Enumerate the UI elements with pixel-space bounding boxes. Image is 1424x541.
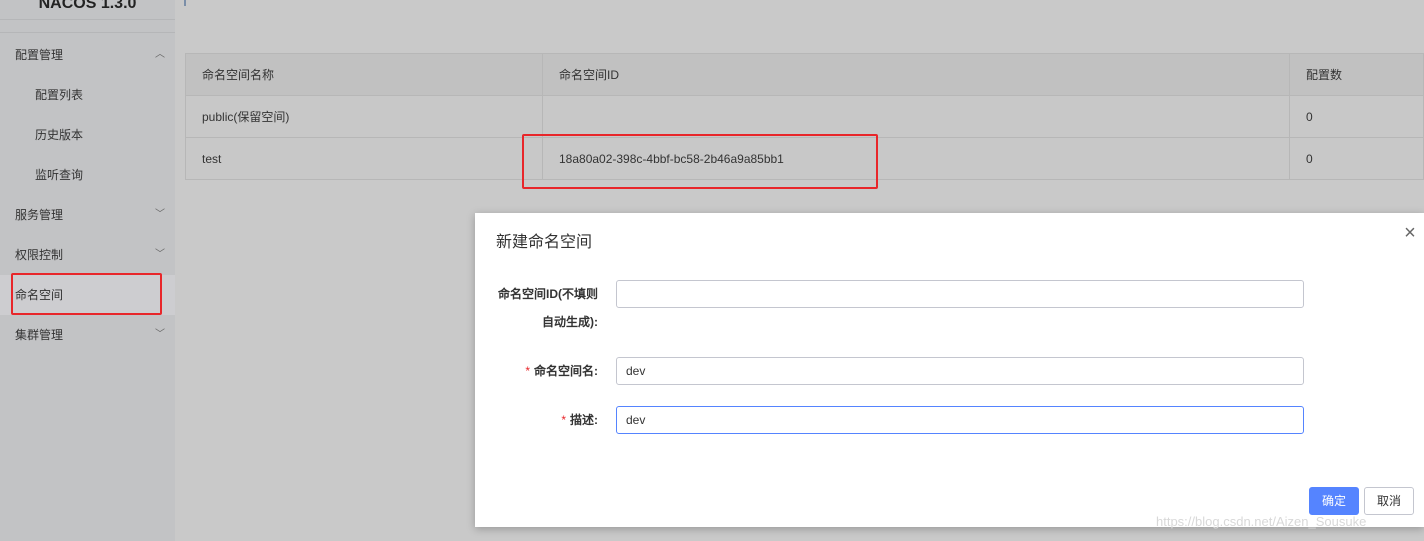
close-icon[interactable]: × (1400, 223, 1420, 243)
namespace-id-label-line2: 自动生成): (542, 315, 598, 329)
description-label-text: 描述: (570, 413, 598, 427)
cell-namespace-name: public(保留空间) (185, 95, 543, 138)
confirm-button[interactable]: 确定 (1309, 487, 1359, 515)
sidebar-item-label: 集群管理 (15, 328, 64, 342)
description-label: * 描述: (475, 406, 598, 434)
required-marker: * (561, 413, 566, 427)
brand-logo: NACOS 1.3.0 (0, 0, 175, 20)
namespace-id-label: 命名空间ID(不填则 (475, 280, 598, 308)
dialog-title: 新建命名空间 (496, 234, 593, 251)
description-input[interactable] (616, 406, 1304, 434)
sidebar-item-label: 配置管理 (15, 48, 64, 62)
create-namespace-dialog: 新建命名空间 × 命名空间ID(不填则 自动生成): *命名空间名: *描述: … (475, 213, 1424, 527)
sidebar-item-config-management[interactable]: 配置管理 ︿ (0, 35, 175, 75)
brand-divider (0, 32, 175, 33)
sidebar-item-label: 监听查询 (35, 168, 84, 182)
chevron-down-icon: ﹀ (155, 249, 165, 260)
sidebar-item-namespace[interactable]: 命名空间 (0, 275, 175, 315)
table-row[interactable]: public(保留空间) 0 (185, 95, 1424, 138)
cell-namespace-id: 18a80a02-398c-4bbf-bc58-2b46a9a85bb1 (542, 137, 1290, 180)
required-marker: * (525, 364, 530, 378)
watermark: https://blog.csdn.net/Aizen_Sousuke (1156, 514, 1367, 529)
sidebar-item-label: 权限控制 (15, 248, 64, 262)
namespace-id-input[interactable] (616, 280, 1304, 308)
chevron-up-icon: ︿ (155, 49, 165, 60)
namespace-id-label-line1: 命名空间ID(不填则 (498, 287, 598, 301)
column-header-id: 命名空间ID (542, 53, 1290, 96)
sidebar-item-config-list[interactable]: 配置列表 (0, 75, 175, 115)
sidebar-item-access-control[interactable]: 权限控制 ﹀ (0, 235, 175, 275)
namespace-name-input[interactable] (616, 357, 1304, 385)
table-row[interactable]: test 18a80a02-398c-4bbf-bc58-2b46a9a85bb… (185, 137, 1424, 180)
cell-namespace-id (542, 95, 1290, 138)
sidebar-item-listener-query[interactable]: 监听查询 (0, 155, 175, 195)
column-header-name: 命名空间名称 (185, 53, 543, 96)
chevron-down-icon: ﹀ (155, 209, 165, 220)
namespace-name-label: * 命名空间名: (475, 357, 598, 385)
column-header-count: 配置数 (1289, 53, 1424, 96)
cancel-button[interactable]: 取消 (1364, 487, 1414, 515)
sidebar-item-label: 历史版本 (35, 128, 84, 142)
namespace-name-label-text: 命名空间名: (534, 364, 598, 378)
page-header-accent (184, 0, 186, 6)
sidebar: NACOS 1.3.0 配置管理 ︿ 配置列表 历史版本 监听查询 服务管理 ﹀… (0, 0, 175, 541)
cell-config-count: 0 (1289, 95, 1424, 138)
cell-config-count: 0 (1289, 137, 1424, 180)
sidebar-item-cluster-management[interactable]: 集群管理 ﹀ (0, 315, 175, 355)
sidebar-item-history[interactable]: 历史版本 (0, 115, 175, 155)
chevron-down-icon: ﹀ (155, 329, 165, 340)
sidebar-item-label: 服务管理 (15, 208, 64, 222)
table-header-row: 命名空间名称 命名空间ID 配置数 (185, 53, 1424, 96)
namespace-id-label-continued: 自动生成): (475, 308, 598, 336)
sidebar-item-service-management[interactable]: 服务管理 ﹀ (0, 195, 175, 235)
cell-namespace-name: test (185, 137, 543, 180)
sidebar-item-label: 命名空间 (15, 288, 64, 302)
namespace-table: 命名空间名称 命名空间ID 配置数 public(保留空间) 0 test 18… (185, 53, 1424, 180)
sidebar-item-label: 配置列表 (35, 88, 84, 102)
